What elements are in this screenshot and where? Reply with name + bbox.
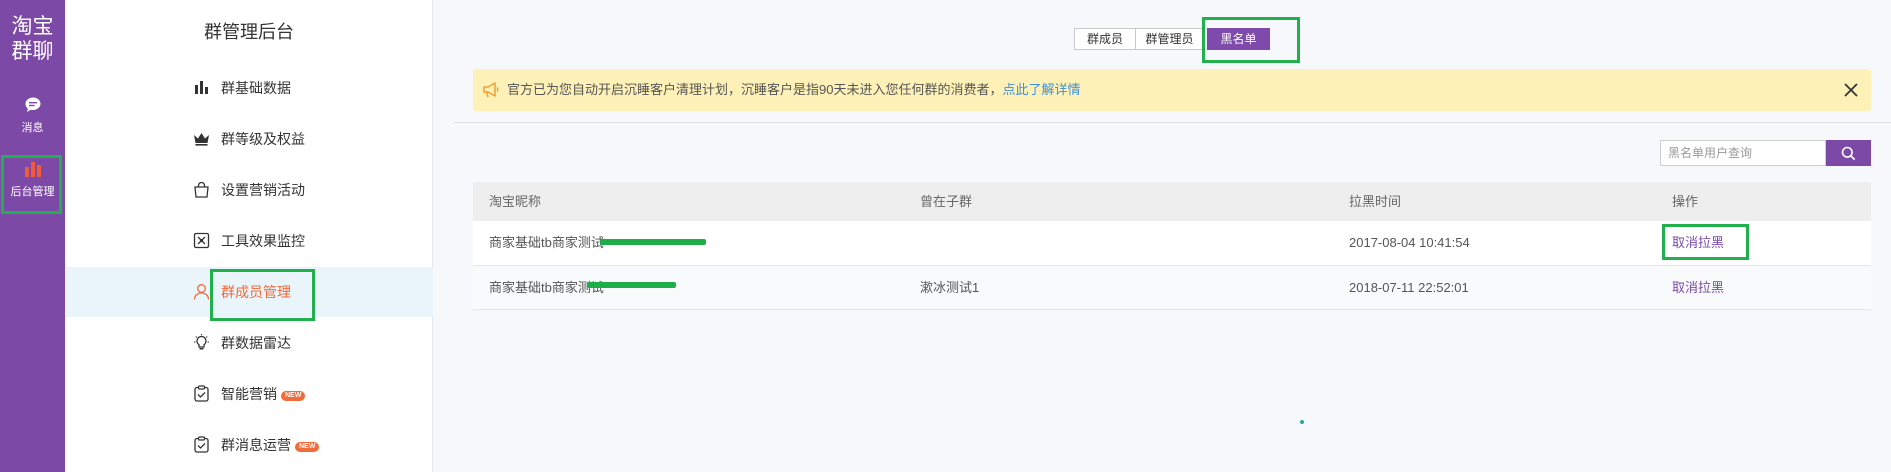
rail-item-admin[interactable]: 后台管理 xyxy=(0,160,65,199)
bar-chart-icon xyxy=(195,81,208,94)
table-header: 淘宝昵称 曾在子群 拉黑时间 操作 xyxy=(473,182,1871,221)
tab-admins[interactable]: 群管理员 xyxy=(1135,28,1204,50)
header-nickname: 淘宝昵称 xyxy=(489,194,542,209)
new-badge: NEW xyxy=(295,442,320,452)
header-subgroup: 曾在子群 xyxy=(920,194,973,209)
menu-item-message-operation[interactable]: 群消息运营 NEW xyxy=(65,420,433,470)
bar-chart-icon xyxy=(24,162,41,177)
menu-item-smart-marketing[interactable]: 智能营销 NEW xyxy=(65,369,433,419)
header-action: 操作 xyxy=(1672,194,1699,209)
menu-item-label: 智能营销 NEW xyxy=(221,385,306,403)
table-row: 商家基础tb商家测试 漱冰测试1 2018-07-11 22:52:01 取消拉… xyxy=(473,266,1871,310)
logo-line-1: 淘宝 xyxy=(11,15,54,38)
redaction-mark xyxy=(600,239,706,245)
app-logo[interactable]: 淘宝 群聊 xyxy=(0,14,65,64)
monitor-box-icon xyxy=(193,232,210,249)
menu-item-text: 群消息运营 xyxy=(221,437,291,453)
menu-item-marketing-activity[interactable]: 设置营销活动 xyxy=(65,165,433,215)
notice-detail-link[interactable]: 点此了解详情 xyxy=(1002,82,1080,97)
new-badge: NEW xyxy=(281,391,306,401)
logo-line-2: 群聊 xyxy=(11,40,54,63)
table-row: 商家基础tb商家测试 2017-08-04 10:41:54 取消拉黑 xyxy=(473,221,1871,266)
header-block-time: 拉黑时间 xyxy=(1349,194,1402,209)
search-button[interactable] xyxy=(1826,140,1871,166)
chat-bubble-icon xyxy=(25,97,40,112)
menu-item-label: 群基础数据 xyxy=(221,80,291,96)
app-rail: 淘宝 群聊 消息 后台管理 xyxy=(0,0,65,472)
clipboard-icon xyxy=(194,436,209,453)
menu-item-label: 群消息运营 NEW xyxy=(221,436,320,454)
cell-subgroup: 漱冰测试1 xyxy=(920,280,980,295)
redaction-mark xyxy=(587,282,676,288)
cell-nickname: 商家基础tb商家测试 xyxy=(489,280,604,295)
cell-block-time: 2017-08-04 10:41:54 xyxy=(1349,235,1470,250)
megaphone-icon xyxy=(483,82,499,98)
unblock-button[interactable]: 取消拉黑 xyxy=(1672,221,1724,265)
blacklist-search-input[interactable] xyxy=(1660,140,1826,166)
tab-blacklist[interactable]: 黑名单 xyxy=(1207,28,1270,50)
clipboard-icon xyxy=(194,385,209,402)
unblock-button[interactable]: 取消拉黑 xyxy=(1672,266,1724,310)
section-divider xyxy=(454,122,1891,123)
user-icon xyxy=(193,284,210,300)
menu-item-data-radar[interactable]: 群数据雷达 xyxy=(65,318,433,368)
rail-item-messages[interactable]: 消息 xyxy=(0,96,65,135)
cell-block-time: 2018-07-11 22:52:01 xyxy=(1349,280,1469,295)
notice-text: 官方已为您自动开启沉睡客户清理计划，沉睡客户是指90天未进入您任何群的消费者，点… xyxy=(507,82,1080,98)
menu-item-member-management[interactable]: 群成员管理 xyxy=(65,267,433,317)
menu-item-group-data[interactable]: 群基础数据 xyxy=(65,63,433,113)
search-icon xyxy=(1841,146,1856,161)
close-icon[interactable] xyxy=(1841,80,1861,100)
menu-item-label: 群数据雷达 xyxy=(221,335,291,351)
rail-item-label: 后台管理 xyxy=(10,186,55,198)
menu-item-label: 群成员管理 xyxy=(221,284,291,300)
crown-icon xyxy=(194,133,209,146)
blacklist-table: 淘宝昵称 曾在子群 拉黑时间 操作 商家基础tb商家测试 2017-08-04 … xyxy=(473,182,1871,310)
shopping-bag-icon xyxy=(194,181,209,198)
cell-nickname: 商家基础tb商家测试 xyxy=(489,235,604,250)
main-content: 群成员 群管理员 黑名单 官方已为您自动开启沉睡客户清理计划，沉睡客户是指90天… xyxy=(434,0,1891,472)
notice-banner: 官方已为您自动开启沉睡客户清理计划，沉睡客户是指90天未进入您任何群的消费者，点… xyxy=(473,69,1871,111)
menu-item-label: 设置营销活动 xyxy=(221,182,305,198)
menu-item-text: 智能营销 xyxy=(221,386,277,402)
menu-item-label: 群等级及权益 xyxy=(221,131,305,147)
rail-item-label: 消息 xyxy=(21,122,44,134)
menu-item-tool-monitor[interactable]: 工具效果监控 xyxy=(65,216,433,266)
admin-menu: 群管理后台 群基础数据 群等级及权益 设置营销活动 工具效果监控 群成员管理 群… xyxy=(65,0,433,472)
menu-title: 群管理后台 xyxy=(204,22,294,42)
tab-members[interactable]: 群成员 xyxy=(1074,28,1136,50)
notice-message: 官方已为您自动开启沉睡客户清理计划，沉睡客户是指90天未进入您任何群的消费者， xyxy=(507,82,1003,97)
menu-item-level-benefits[interactable]: 群等级及权益 xyxy=(65,114,433,164)
loading-dot xyxy=(1300,420,1304,424)
menu-item-label: 工具效果监控 xyxy=(221,233,305,249)
lightbulb-icon xyxy=(194,334,209,350)
